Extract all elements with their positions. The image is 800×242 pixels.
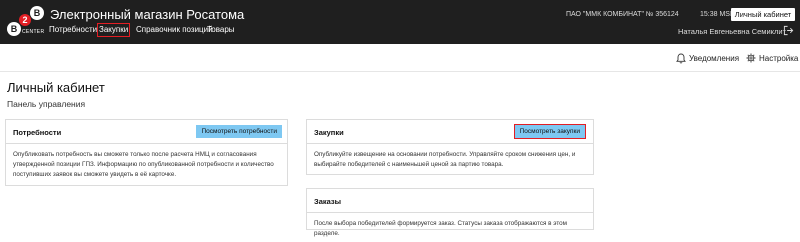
nav-item-purchases[interactable]: Закупки: [97, 23, 131, 37]
orders-card: Заказы После выбора победителей формируе…: [306, 188, 594, 237]
purchases-card-header: Закупки Посмотреть закупки: [307, 120, 593, 144]
page-title: Личный кабинет: [7, 80, 105, 95]
page-subtitle: Панель управления: [7, 99, 86, 109]
needs-card-header: Потребности Посмотреть потребности: [6, 120, 287, 144]
needs-card-title: Потребности: [13, 128, 62, 137]
purchases-card-text: Опубликуйте извещение на основании потре…: [314, 151, 576, 168]
needs-card: Потребности Посмотреть потребности Опубл…: [5, 119, 288, 186]
secondary-toolbar: Уведомления Настройка: [0, 44, 800, 72]
company-name: ПАО "ММК КОМБИНАТ" № 356124: [566, 11, 679, 18]
gear-icon: [746, 53, 756, 63]
view-purchases-button[interactable]: Посмотреть закупки: [513, 124, 587, 139]
logo-number: 2: [19, 14, 31, 26]
logo-label: CENTER: [22, 29, 45, 35]
logo-letter-left: B: [7, 22, 21, 36]
nav-item-positions-catalog[interactable]: Справочник позиций: [136, 23, 213, 37]
notifications-label: Уведомления: [689, 54, 740, 63]
purchases-card-title: Закупки: [314, 128, 344, 137]
nav-item-goods[interactable]: Товары: [207, 23, 235, 37]
site-title: Электронный магазин Росатома: [50, 7, 245, 22]
view-needs-button[interactable]: Посмотреть потребности: [196, 125, 282, 138]
logout-icon[interactable]: [783, 25, 794, 36]
settings-label: Настройка: [759, 54, 799, 63]
orders-card-text: После выбора победителей формируется зак…: [314, 220, 567, 237]
top-header: B 2 B CENTER Электронный магазин Росатом…: [0, 0, 800, 44]
nav-item-needs[interactable]: Потребности: [49, 23, 97, 37]
server-time: 15:38 MSK: [700, 11, 735, 18]
logo-letter-right: B: [30, 6, 44, 20]
user-name[interactable]: Наталья Евгеньевна Семиклит: [678, 27, 786, 36]
orders-card-title: Заказы: [314, 197, 342, 206]
b2b-center-logo[interactable]: B 2 B CENTER: [7, 6, 45, 38]
needs-card-text: Опубликовать потребность вы сможете толь…: [13, 151, 274, 178]
bell-icon: [676, 53, 686, 64]
purchases-card: Закупки Посмотреть закупки Опубликуйте и…: [306, 119, 594, 175]
personal-cabinet-button[interactable]: Личный кабинет: [731, 8, 795, 21]
orders-card-header: Заказы: [307, 189, 593, 213]
